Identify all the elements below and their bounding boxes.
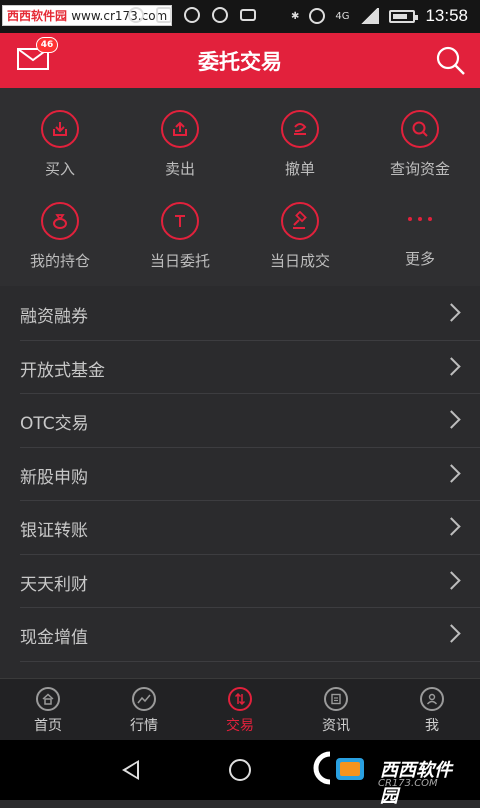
- back-icon[interactable]: [122, 760, 139, 780]
- list-item-label: 现金增值: [20, 628, 88, 648]
- grid-item-label: 当日委托: [149, 252, 210, 270]
- tab-market[interactable]: 行情: [96, 679, 192, 741]
- notification-icons: [128, 7, 256, 23]
- download-icon: [41, 110, 79, 148]
- chevron-right-icon: [442, 303, 461, 322]
- search-button[interactable]: [436, 46, 466, 76]
- grid-item-label: 更多: [404, 250, 435, 268]
- list-item-otc-trade[interactable]: OTC交易: [0, 394, 480, 448]
- list-item-margin-trading[interactable]: 融资融券: [0, 287, 480, 341]
- menu-list: 融资融券 开放式基金 OTC交易 新股申购 银证转账 天天利财 现金增值: [0, 287, 480, 662]
- list-item-daily-wealth[interactable]: 天天利财: [0, 554, 480, 608]
- chevron-right-icon: [442, 356, 461, 376]
- grid-item-cancel-order[interactable]: 撤单: [240, 88, 360, 180]
- header: 46 委托交易: [0, 33, 480, 88]
- home-icon: [36, 687, 60, 711]
- list-item-cash-plus[interactable]: 现金增值: [0, 608, 480, 662]
- grid-item-label: 买入: [44, 160, 75, 178]
- news-icon: [324, 687, 348, 711]
- tab-label: 行情: [130, 718, 158, 734]
- app-icon: [212, 7, 228, 23]
- grid-item-buy[interactable]: 买入: [0, 88, 120, 180]
- list-item-label: OTC交易: [20, 414, 89, 434]
- signal-icon: [359, 8, 380, 24]
- t-icon: [161, 202, 199, 240]
- tab-me[interactable]: 我: [384, 679, 480, 741]
- gavel-icon: [281, 202, 319, 240]
- more-dots-icon: [408, 200, 432, 238]
- grid-item-label: 卖出: [164, 160, 195, 178]
- bottom-tab-bar: 首页 行情 交易 资讯 我: [0, 678, 480, 741]
- grid-item-my-positions[interactable]: 我的持仓: [0, 180, 120, 272]
- upload-icon: [161, 110, 199, 148]
- function-grid: 买入 卖出 撤单 查询资金 我的持仓 当日委托 当日成交 更多: [0, 88, 480, 286]
- tab-trade[interactable]: 交易: [192, 679, 288, 741]
- trade-icon: [228, 687, 252, 711]
- grid-item-sell[interactable]: 卖出: [120, 88, 240, 180]
- list-item-bank-transfer[interactable]: 银证转账: [0, 501, 480, 555]
- tab-label: 资讯: [322, 718, 350, 734]
- bag-icon: [41, 202, 79, 240]
- chart-icon: [132, 687, 156, 711]
- logo-icon: [313, 751, 364, 785]
- chevron-right-icon: [442, 463, 461, 483]
- undo-icon: [281, 110, 319, 148]
- bluetooth-icon: ✱: [290, 10, 300, 22]
- list-item-open-fund[interactable]: 开放式基金: [0, 340, 480, 394]
- logo-subtext: CR173.COM: [378, 778, 438, 789]
- chevron-right-icon: [442, 624, 461, 643]
- list-item-label: 天天利财: [20, 574, 88, 595]
- network-type: 4G: [335, 10, 350, 22]
- grid-item-more[interactable]: 更多: [360, 180, 480, 272]
- chevron-right-icon: [442, 570, 461, 590]
- image-icon: [156, 7, 172, 23]
- grid-item-label: 查询资金: [389, 160, 450, 178]
- alarm-clock-icon: [309, 8, 326, 24]
- watermark-logo: 西西软件园 CR173.COM: [300, 748, 465, 807]
- grid-item-label: 当日成交: [269, 252, 330, 270]
- home-circle-icon[interactable]: [229, 759, 251, 781]
- user-icon: [420, 687, 444, 711]
- search-icon: [436, 46, 465, 75]
- tab-label: 我: [425, 718, 439, 734]
- status-bar: 西西软件园 www.cr173.com ✱ 4G 13:58: [0, 0, 480, 33]
- tab-home[interactable]: 首页: [0, 679, 96, 741]
- grid-item-label: 我的持仓: [29, 252, 90, 270]
- list-item-label: 融资融券: [20, 307, 88, 327]
- grid-item-label: 撤单: [284, 160, 315, 178]
- list-item-label: 新股申购: [20, 467, 88, 488]
- grid-item-today-orders[interactable]: 当日委托: [120, 180, 240, 272]
- status-right: ✱ 4G 13:58: [291, 6, 468, 26]
- clock: 13:58: [425, 6, 468, 25]
- tab-news[interactable]: 资讯: [288, 679, 384, 741]
- block-icon: [184, 7, 200, 23]
- chevron-right-icon: [442, 517, 461, 536]
- search-money-icon: [401, 110, 439, 148]
- system-nav-bar: 西西软件园 CR173.COM: [0, 740, 480, 807]
- grid-item-query-funds[interactable]: 查询资金: [360, 88, 480, 180]
- watermark-name: 西西软件园: [7, 9, 68, 23]
- chevron-right-icon: [442, 410, 461, 429]
- tab-label: 交易: [226, 718, 254, 734]
- list-item-label: 开放式基金: [20, 360, 105, 381]
- list-item-label: 银证转账: [20, 521, 88, 541]
- list-item-ipo-subscription[interactable]: 新股申购: [0, 447, 480, 501]
- page-title: 委托交易: [198, 50, 282, 74]
- alarm-icon: [128, 7, 144, 23]
- keyboard-icon: [240, 9, 256, 21]
- grid-item-today-deals[interactable]: 当日成交: [240, 180, 360, 272]
- battery-icon: [389, 9, 419, 23]
- tab-label: 首页: [34, 718, 62, 734]
